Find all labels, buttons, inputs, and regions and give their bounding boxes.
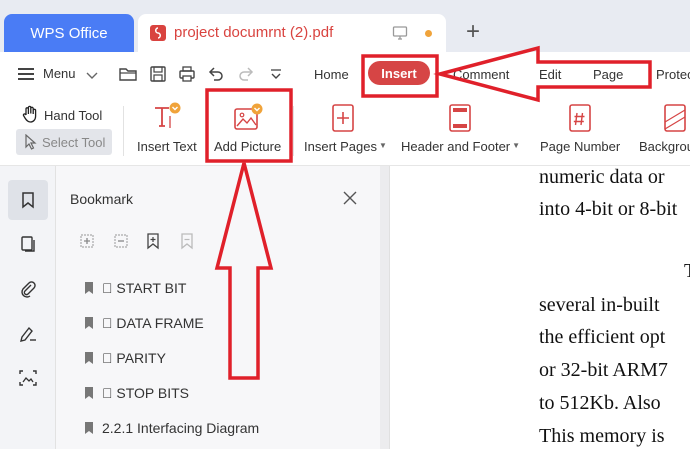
tab-insert[interactable]: Insert <box>368 61 430 85</box>
bookmark-icon <box>84 351 94 365</box>
thumbnails-button[interactable] <box>8 224 48 264</box>
bookmark-icon <box>84 281 94 295</box>
background-icon[interactable] <box>662 102 690 139</box>
select-tool-button[interactable]: Select Tool <box>16 129 112 155</box>
document-text-line: T <box>684 260 690 283</box>
pen-sign-icon <box>20 326 36 342</box>
insert-text-label[interactable]: Insert Text <box>137 139 197 154</box>
bookmark-icon <box>22 192 34 209</box>
bookmark-item[interactable]:   START BIT <box>84 280 186 296</box>
add-picture-label[interactable]: Add Picture <box>214 139 281 154</box>
bookmark-icon <box>84 386 94 400</box>
redo-icon[interactable] <box>236 64 256 89</box>
new-tab-button[interactable]: + <box>466 19 480 45</box>
hand-tool-label: Hand Tool <box>44 108 103 123</box>
document-text-line: This memory is <box>539 425 665 447</box>
monitor-icon[interactable] <box>392 25 408 46</box>
thumbnails-icon <box>21 236 35 252</box>
page-number-label[interactable]: Page Number <box>540 139 620 154</box>
collapse-all-icon[interactable] <box>112 232 130 255</box>
chevron-down-icon[interactable] <box>86 68 98 86</box>
insert-text-icon[interactable] <box>152 102 182 139</box>
select-tool-label: Select Tool <box>42 134 106 150</box>
print-icon[interactable] <box>177 64 197 89</box>
pdf-file-icon <box>150 25 166 41</box>
left-navigation-strip <box>0 166 56 449</box>
header-footer-icon[interactable] <box>447 102 475 139</box>
remove-bookmark-icon[interactable] <box>178 232 196 255</box>
paperclip-icon <box>21 281 36 298</box>
bookmark-item[interactable]: 2.2.1 Interfacing Diagram <box>84 420 259 436</box>
tab-comment[interactable]: Comment <box>453 67 509 82</box>
bookmark-item[interactable]:   PARITY <box>84 350 166 366</box>
document-text-line: several in-built <box>539 294 660 316</box>
undo-icon[interactable] <box>206 64 226 89</box>
header-footer-label[interactable]: Header and Footer ▼ <box>401 139 520 154</box>
add-picture-icon[interactable] <box>232 102 264 139</box>
document-text-line: to 512Kb. Also <box>539 392 661 414</box>
tab-wps-office[interactable]: WPS Office <box>4 14 134 52</box>
bookmark-item[interactable]:   STOP BITS <box>84 385 189 401</box>
document-tab-label: project documrnt (2).pdf <box>174 24 334 41</box>
bookmark-panel-title: Bookmark <box>70 191 134 207</box>
image-extract-button[interactable] <box>8 358 48 398</box>
save-icon[interactable] <box>148 64 168 89</box>
document-text-line: into 4-bit or 8-bit <box>539 198 678 220</box>
attachments-button[interactable] <box>8 269 48 309</box>
ribbon-separator <box>123 106 124 156</box>
customize-toolbar-icon[interactable] <box>268 64 284 89</box>
ribbon-separator <box>293 106 294 156</box>
menu-label: Menu <box>43 66 76 81</box>
hand-tool-button[interactable]: Hand Tool <box>20 104 102 127</box>
menu-row: Menu Home Comment Edit Page Protect <box>0 52 690 96</box>
tab-protect[interactable]: Protect <box>656 67 690 82</box>
document-text-line: the efficient opt <box>539 326 666 348</box>
document-text-line: or 32-bit ARM7 <box>539 359 668 381</box>
open-folder-icon[interactable] <box>118 64 138 89</box>
bookmark-icon <box>84 316 94 330</box>
tab-page[interactable]: Page <box>593 67 623 82</box>
bookmark-panel-button[interactable] <box>8 180 48 220</box>
expand-all-icon[interactable] <box>78 232 96 255</box>
tab-home[interactable]: Home <box>314 67 349 82</box>
document-page: numeric data or into 4-bit or 8-bit T se… <box>389 166 690 449</box>
hamburger-icon <box>18 67 34 80</box>
dropdown-caret-icon: ▼ <box>512 141 521 150</box>
cursor-arrow-icon <box>24 134 38 150</box>
tab-edit[interactable]: Edit <box>539 67 561 82</box>
insert-pages-icon[interactable] <box>330 102 358 139</box>
window-tab-bar: WPS Office project documrnt (2).pdf + <box>0 0 690 52</box>
bookmark-panel: Bookmark   START BIT   DATA FRAME   PARI… <box>56 166 380 449</box>
unsaved-dot-icon <box>425 30 432 37</box>
page-number-icon[interactable] <box>567 102 595 139</box>
signature-button[interactable] <box>8 313 48 353</box>
ribbon-toolbar: Hand Tool Select Tool Insert Text Add Pi… <box>0 96 690 166</box>
close-icon[interactable] <box>342 190 358 211</box>
tab-document[interactable]: project documrnt (2).pdf <box>138 14 446 52</box>
dropdown-caret-icon: ▼ <box>379 141 387 150</box>
menu-button[interactable]: Menu <box>18 66 76 81</box>
background-label[interactable]: Background <box>639 139 690 154</box>
document-text-line: numeric data or <box>539 166 665 188</box>
bookmark-item[interactable]:   DATA FRAME <box>84 315 204 331</box>
hand-icon <box>20 104 40 127</box>
add-bookmark-icon[interactable] <box>144 232 162 255</box>
image-scan-icon <box>19 370 37 386</box>
insert-pages-label[interactable]: Insert Pages ▼ <box>304 139 387 154</box>
bookmark-icon <box>84 421 94 435</box>
bookmark-panel-scrollbar[interactable] <box>380 166 389 449</box>
